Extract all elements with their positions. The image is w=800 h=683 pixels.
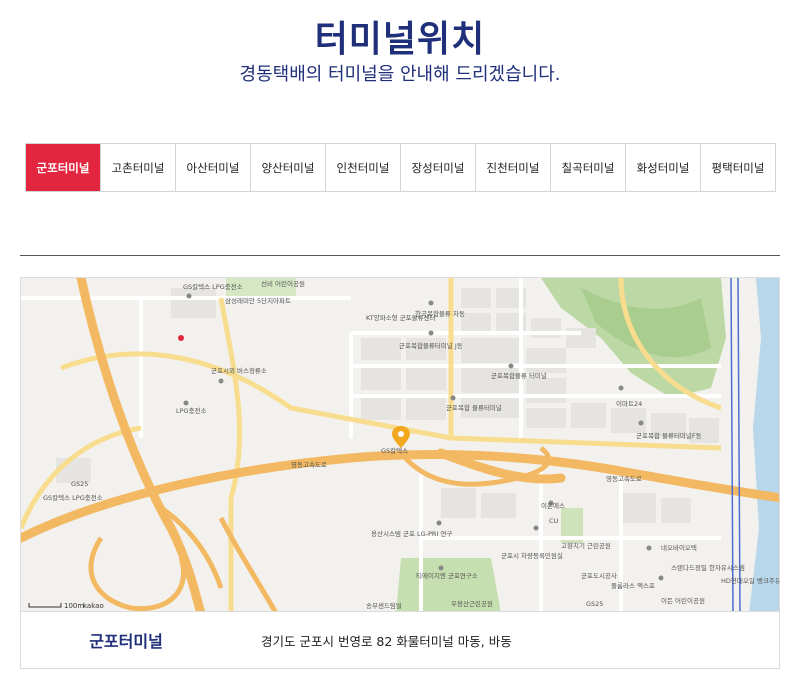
map-label-highway-2: 영동고속도로 — [606, 474, 642, 483]
tab-gochon[interactable]: 고촌터미널 — [101, 144, 176, 191]
map-provider-logo: kakao — [83, 602, 104, 610]
map-label-hd-hyundai: HD현대오일 뱅크주유소 — [721, 576, 780, 585]
map-label-gs-lpg-2: GS칼텍스 LPG충전소 — [43, 493, 103, 502]
map-label-lpg-station: LPG충전소 — [176, 406, 207, 415]
map-label-gs25-2: GS25 — [586, 600, 603, 608]
map-label-hyundai-lab: 티에이지엔 군포연구소 — [416, 571, 478, 580]
tab-hwaseong[interactable]: 화성터미널 — [626, 144, 701, 191]
map-label-uwangsan: 우왕산근린공원 — [451, 599, 493, 608]
map-label-gunpo-city: 군포도시공사 — [581, 571, 617, 580]
page-title: 터미널위치 — [314, 19, 486, 60]
map-label-gs-lpg-1: GS칼텍스 LPG충전소 — [183, 282, 243, 291]
tab-gunpo[interactable]: 군포터미널 — [26, 144, 101, 191]
map-label-korea-complex: 한국복합물류 차동 — [415, 309, 465, 318]
tab-jangseong[interactable]: 장성터미널 — [401, 144, 476, 191]
map-label-gunpo-vehicle: 군포시 차량등록민원실 — [501, 551, 563, 560]
tab-chilgok[interactable]: 칠곡터미널 — [551, 144, 626, 191]
map-label-eon: 이온에스 — [541, 501, 565, 510]
map-label-complex-terminal-2: 군포복합 물류터미널 — [446, 403, 502, 412]
terminal-name: 군포터미널 — [89, 632, 163, 651]
map-scale-text: 100m — [64, 602, 84, 610]
map-label-songbu: 송부센드팀빌 — [366, 601, 402, 610]
map-label-eden-park: 이든 어린이공원 — [661, 596, 705, 605]
terminal-address: 경기도 군포시 번영로 82 화물터미널 마동, 바동 — [261, 633, 512, 649]
map-label-gunpo-bus: 군포시외 버스정류소 — [211, 366, 267, 375]
map-label-korea-complex-j: 군포복합물류터미널 J동 — [399, 341, 463, 350]
map-label-standard: 스탠다드정밀 한자유시스템 — [671, 563, 745, 572]
tab-asan[interactable]: 아산터미널 — [176, 144, 251, 191]
section-divider — [20, 255, 780, 256]
map-label-gold-park: 고향치기 근린공원 — [561, 541, 611, 550]
map-label-seonbi-park: 선비 어린이공원 — [261, 279, 305, 288]
terminal-map[interactable]: GS칼텍스 LPG충전소 삼성래미안 5단지아파트 선비 어린이공원 KT양파소… — [20, 277, 780, 612]
tab-jincheon[interactable]: 진천터미널 — [476, 144, 551, 191]
map-label-neo-bio: 네오바이오텍 — [661, 543, 697, 552]
map-canvas[interactable]: GS칼텍스 LPG충전소 삼성래미안 5단지아파트 선비 어린이공원 KT양파소… — [21, 278, 780, 612]
tab-incheon[interactable]: 인천터미널 — [326, 144, 401, 191]
map-label-samsung-apt: 삼성래미안 5단지아파트 — [225, 296, 291, 305]
page-subtitle: 경동택배의 터미널을 안내해 드리겠습니다. — [239, 64, 561, 85]
map-label-flower: 플롬라스 엑스포 — [611, 581, 655, 590]
terminal-tabs: 군포터미널 고촌터미널 아산터미널 양산터미널 인천터미널 장성터미널 진천터미… — [25, 143, 776, 192]
terminal-info: 군포터미널 경기도 군포시 번영로 82 화물터미널 마동, 바동 — [20, 612, 780, 669]
map-label-emart24: 이마트24 — [616, 399, 642, 408]
tab-yangsan[interactable]: 양산터미널 — [251, 144, 326, 191]
tab-pyeongtaek[interactable]: 평택터미널 — [701, 144, 776, 191]
map-label-highway: 영동고속도로 — [291, 460, 327, 469]
map-label-gs25-1: GS25 — [71, 480, 88, 488]
map-label-complex-f: 군포복합 물류터미널F동 — [636, 431, 702, 440]
map-label-gs-caltex: GS칼텍스 — [381, 447, 408, 455]
map-label-cu: CU — [549, 517, 559, 525]
map-label-yongsan: 용산시스템 군포 LG-PRI 연구 — [371, 529, 452, 538]
map-label-complex-terminal: 군포복합물류 터미널 — [491, 371, 547, 380]
